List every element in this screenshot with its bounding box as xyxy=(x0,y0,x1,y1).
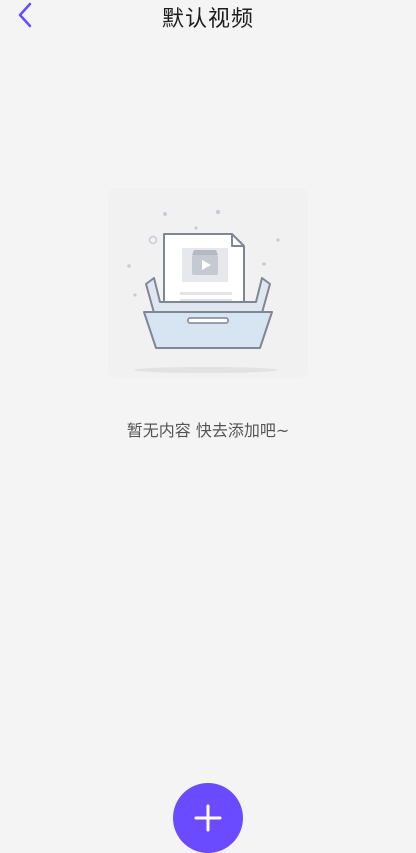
page-title: 默认视频 xyxy=(161,7,254,32)
top-bar: 默认视频 xyxy=(0,0,416,34)
empty-state-illustration xyxy=(108,188,308,378)
add-button[interactable] xyxy=(173,783,243,853)
plus-icon xyxy=(194,804,222,832)
empty-state-message: 暂无内容 快去添加吧~ xyxy=(126,421,290,440)
